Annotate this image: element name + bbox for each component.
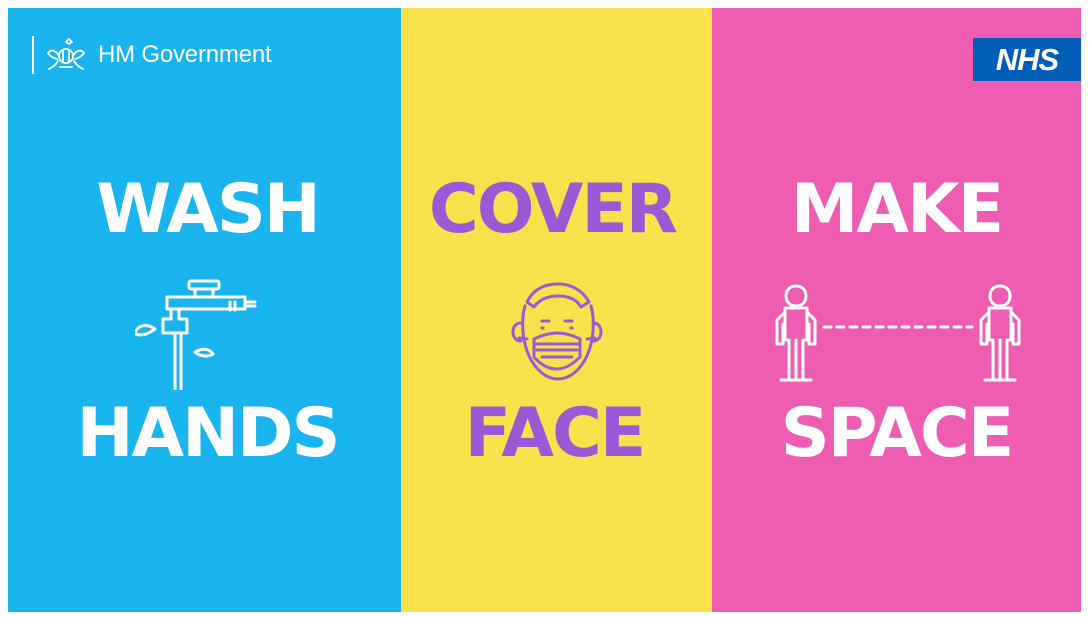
make-space-panel: NHS MAKE SPACE xyxy=(712,8,1081,612)
left-person-icon xyxy=(775,284,816,382)
nhs-logo: NHS xyxy=(973,38,1081,81)
cover-face-panel: COVER FACE xyxy=(401,8,712,612)
public-health-poster: HM Government WASH HANDS COVER FACE NHS … xyxy=(8,8,1081,612)
social-distance-icon xyxy=(775,284,1020,382)
branding-divider xyxy=(32,36,34,74)
wash-hands-panel: HM Government WASH HANDS xyxy=(8,8,401,612)
cover-illustration xyxy=(511,278,603,386)
cover-bottom-word: FACE xyxy=(464,394,647,473)
wash-bottom-word: HANDS xyxy=(76,394,341,473)
face-mask-icon xyxy=(511,282,602,381)
royal-crest-icon xyxy=(47,38,85,70)
make-top-word: MAKE xyxy=(790,170,1004,249)
hm-government-branding: HM Government xyxy=(32,36,272,74)
make-bottom-word: SPACE xyxy=(780,394,1015,473)
wash-top-word: WASH xyxy=(96,170,320,249)
tap-icon xyxy=(133,279,256,392)
make-illustration xyxy=(766,278,1028,390)
right-person-icon xyxy=(979,284,1020,382)
government-name: HM Government xyxy=(98,41,272,68)
wash-illustration xyxy=(133,278,265,394)
cover-top-word: COVER xyxy=(428,170,678,249)
